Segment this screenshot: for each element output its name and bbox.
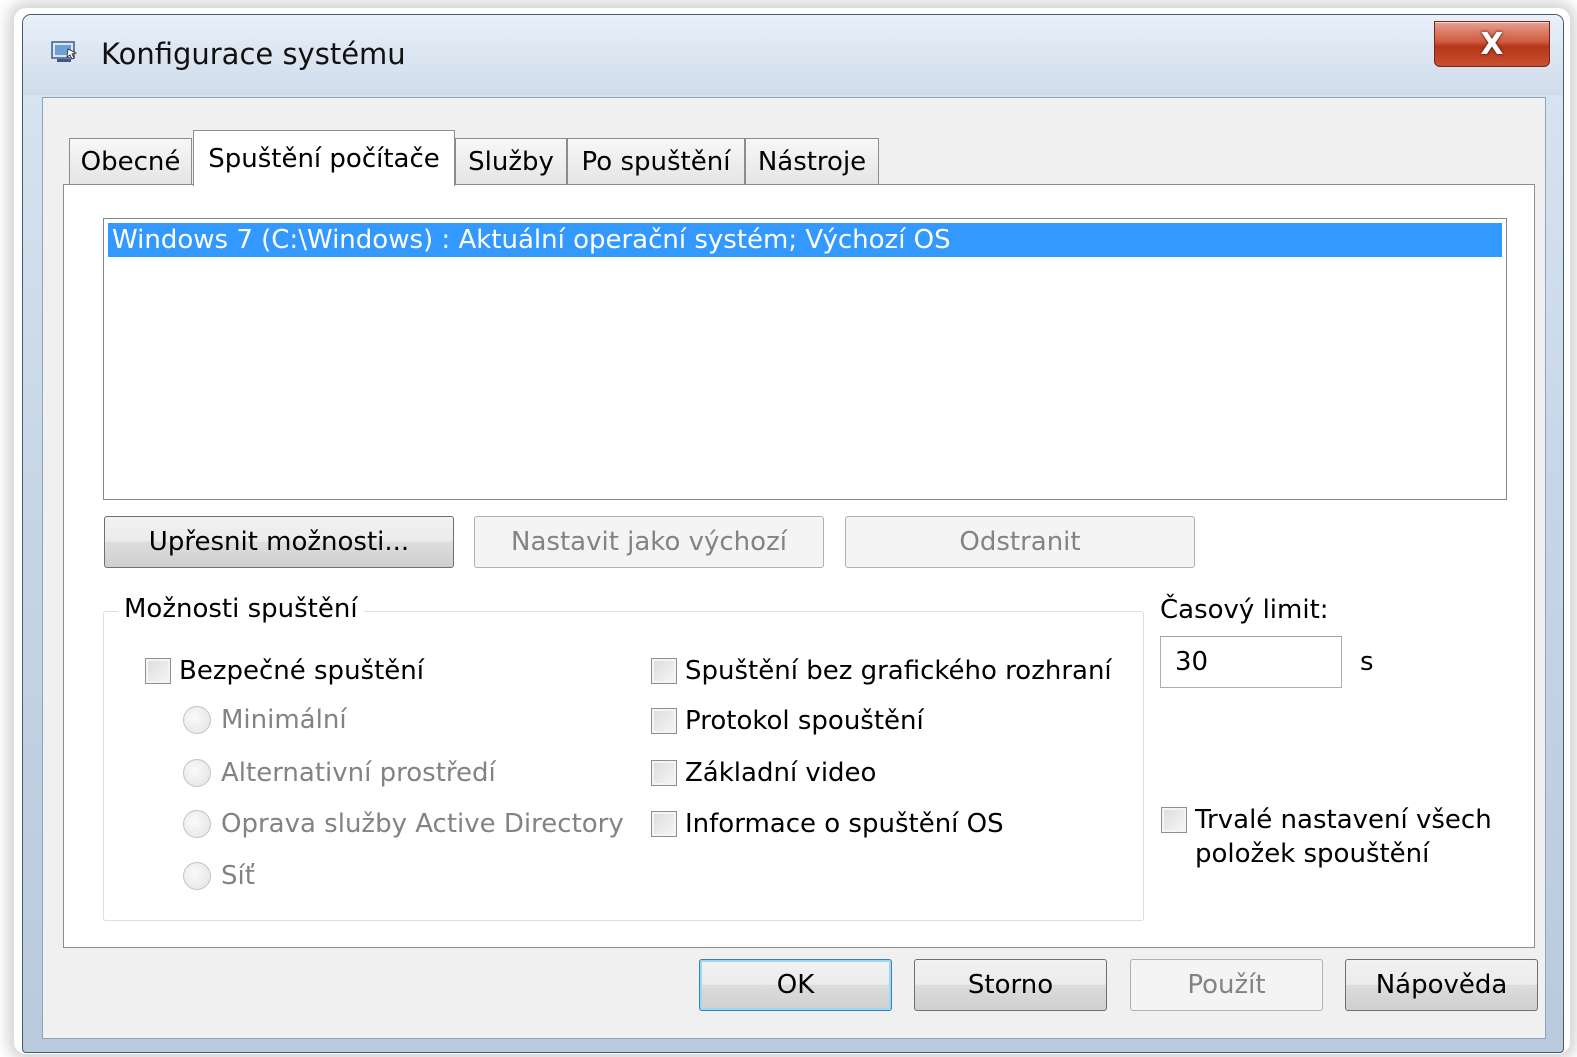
radio-circle[interactable] <box>183 862 211 890</box>
msconfig-icon <box>51 41 77 62</box>
checkbox-box[interactable] <box>651 811 677 837</box>
boot-log-checkbox[interactable]: Protokol spouštění <box>651 706 924 736</box>
tab-tools[interactable]: Nástroje <box>745 138 879 184</box>
tab-general[interactable]: Obecné <box>69 138 192 184</box>
tab-boot[interactable]: Spuštění počítače <box>193 130 455 186</box>
boot-tab-panel: Windows 7 (C:\Windows) : Aktuální operač… <box>63 184 1535 948</box>
checkbox-box[interactable] <box>651 760 677 786</box>
radio-network[interactable]: Síť <box>183 861 255 891</box>
cancel-button[interactable]: Storno <box>914 959 1107 1011</box>
safe-boot-checkbox[interactable]: Bezpečné spuštění <box>145 656 424 686</box>
boot-os-list[interactable]: Windows 7 (C:\Windows) : Aktuální operač… <box>103 218 1507 500</box>
radio-circle[interactable] <box>183 759 211 787</box>
checkbox-box[interactable] <box>1161 807 1187 833</box>
radio-alternate-shell[interactable]: Alternativní prostředí <box>183 758 496 788</box>
group-title: Možnosti spuštění <box>118 594 364 624</box>
radio-circle[interactable] <box>183 810 211 838</box>
timeout-unit: s <box>1360 647 1374 677</box>
checkbox-box[interactable] <box>651 658 677 684</box>
timeout-label: Časový limit: <box>1160 595 1329 625</box>
list-item[interactable]: Windows 7 (C:\Windows) : Aktuální operač… <box>108 223 1502 257</box>
boot-options-group: Možnosti spuštění Bezpečné spuštění Mini… <box>103 594 1144 921</box>
checkbox-box[interactable] <box>145 658 171 684</box>
close-button[interactable]: X <box>1434 21 1550 67</box>
delete-button[interactable]: Odstranit <box>845 516 1195 568</box>
window-title: Konfigurace systému <box>101 37 406 71</box>
checkbox-box[interactable] <box>651 708 677 734</box>
system-configuration-window: Konfigurace systému X Obecné Spuštění po… <box>22 14 1564 1053</box>
radio-minimal[interactable]: Minimální <box>183 705 347 735</box>
set-default-button[interactable]: Nastavit jako výchozí <box>474 516 824 568</box>
close-icon: X <box>1480 26 1504 62</box>
advanced-options-button[interactable]: Upřesnit možnosti... <box>104 516 454 568</box>
radio-circle[interactable] <box>183 706 211 734</box>
tab-startup[interactable]: Po spuštění <box>567 138 745 184</box>
tab-services[interactable]: Služby <box>455 138 567 184</box>
apply-button[interactable]: Použít <box>1130 959 1323 1011</box>
dialog-client-area: Obecné Spuštění počítače Služby Po spušt… <box>42 97 1546 1039</box>
radio-ad-repair[interactable]: Oprava služby Active Directory <box>183 809 624 839</box>
help-button[interactable]: Nápověda <box>1345 959 1538 1011</box>
ok-button[interactable]: OK <box>699 959 892 1011</box>
os-boot-info-checkbox[interactable]: Informace o spuštění OS <box>651 809 1004 839</box>
no-gui-boot-checkbox[interactable]: Spuštění bez grafického rozhraní <box>651 656 1112 686</box>
base-video-checkbox[interactable]: Základní video <box>651 758 876 788</box>
timeout-input[interactable] <box>1160 636 1342 688</box>
make-permanent-checkbox[interactable]: Trvalé nastavení všech položek spouštění <box>1161 803 1492 871</box>
